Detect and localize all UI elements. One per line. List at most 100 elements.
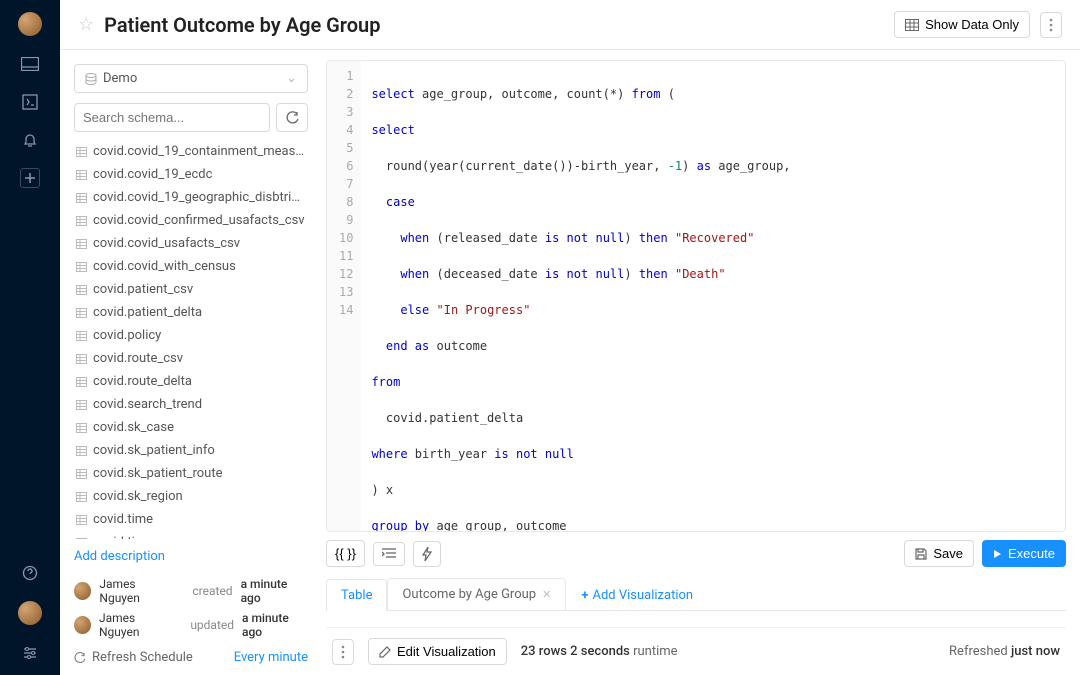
schema-table-item[interactable]: covid.sk_patient_info <box>74 439 308 462</box>
show-data-only-button[interactable]: Show Data Only <box>894 11 1030 38</box>
schema-table-item[interactable]: covid.route_csv <box>74 347 308 370</box>
table-icon <box>76 285 87 295</box>
refresh-icon <box>286 111 299 124</box>
schema-table-item[interactable]: covid.time <box>74 508 308 531</box>
settings-icon[interactable] <box>20 643 40 663</box>
favorite-star-icon[interactable]: ☆ <box>78 14 94 35</box>
table-icon <box>76 492 87 502</box>
schema-table-item[interactable]: covid.sk_case <box>74 416 308 439</box>
pencil-icon <box>379 646 391 658</box>
table-icon <box>76 446 87 456</box>
close-icon[interactable]: ✕ <box>542 588 551 601</box>
schema-refresh-button[interactable] <box>276 103 308 132</box>
schema-table-list: covid.covid_19_containment_measu...covid… <box>74 140 308 539</box>
schema-table-item[interactable]: covid.sk_patient_route <box>74 462 308 485</box>
schema-table-item[interactable]: covid.covid_with_census <box>74 255 308 278</box>
column-header[interactable]: count(1) <box>754 619 1066 627</box>
main-panel: ☆ Patient Outcome by Age Group Show Data… <box>60 0 1080 675</box>
column-header[interactable]: outcome <box>426 619 754 627</box>
editor-toolbar: {{ }} Save Execute <box>326 540 1066 567</box>
table-icon <box>76 262 87 272</box>
updated-by-row: James Nguyen updated a minute ago <box>74 608 308 642</box>
author-avatar <box>74 582 91 600</box>
topbar: ☆ Patient Outcome by Age Group Show Data… <box>60 0 1080 50</box>
schema-table-item[interactable]: covid.time_age <box>74 531 308 539</box>
table-icon <box>76 423 87 433</box>
table-icon <box>76 515 87 525</box>
alerts-icon[interactable] <box>20 130 40 150</box>
limit-button[interactable] <box>413 541 441 567</box>
schema-table-item[interactable]: covid.covid_usafacts_csv <box>74 232 308 255</box>
sql-editor[interactable]: 1234567891011121314 select age_group, ou… <box>326 60 1066 532</box>
schema-sidebar: Demo ⌄ covid.covid_19_containment_measu.… <box>60 50 320 675</box>
table-icon <box>76 193 87 203</box>
workspace-avatar[interactable] <box>18 12 42 36</box>
create-icon[interactable] <box>20 168 40 188</box>
author-avatar <box>74 616 91 634</box>
schema-search-input[interactable] <box>74 103 270 132</box>
schema-table-item[interactable]: covid.covid_confirmed_usafacts_csv <box>74 209 308 232</box>
schema-table-item[interactable]: covid.covid_19_containment_measu... <box>74 140 308 163</box>
grid-icon <box>905 19 919 31</box>
lightning-icon <box>422 547 432 561</box>
save-button[interactable]: Save <box>904 540 974 567</box>
editor-gutter: 1234567891011121314 <box>327 61 361 531</box>
add-visualization-button[interactable]: +Add Visualization <box>566 579 708 611</box>
save-icon <box>915 548 927 560</box>
refresh-icon <box>74 652 86 664</box>
help-icon[interactable] <box>20 563 40 583</box>
table-icon <box>76 331 87 341</box>
database-icon <box>85 73 97 85</box>
results-panel: age_groupoutcomecount(1) 0In Progress110… <box>326 611 1066 627</box>
execute-button[interactable]: Execute <box>982 540 1066 567</box>
dashboards-icon[interactable] <box>20 54 40 74</box>
edit-visualization-button[interactable]: Edit Visualization <box>368 638 507 665</box>
table-icon <box>76 354 87 364</box>
schema-table-item[interactable]: covid.sk_region <box>74 485 308 508</box>
table-icon <box>76 308 87 318</box>
refresh-schedule-link[interactable]: Every minute <box>234 650 308 665</box>
table-icon <box>76 469 87 479</box>
table-icon <box>76 239 87 249</box>
result-tabs: Table Outcome by Age Group ✕ +Add Visual… <box>326 577 1066 611</box>
schema-table-item[interactable]: covid.policy <box>74 324 308 347</box>
schema-table-item[interactable]: covid.covid_19_geographic_disbtrib... <box>74 186 308 209</box>
play-icon <box>993 549 1002 559</box>
footer-more-button[interactable] <box>332 639 354 665</box>
tab-table[interactable]: Table <box>326 579 387 611</box>
indent-icon <box>382 548 396 560</box>
table-header-row: age_groupoutcomecount(1) <box>326 619 1066 627</box>
nav-rail <box>0 0 60 675</box>
tab-visualization[interactable]: Outcome by Age Group ✕ <box>387 578 566 611</box>
table-icon <box>76 400 87 410</box>
table-icon <box>76 147 87 157</box>
results-footer: Edit Visualization 23 rows 2 seconds run… <box>326 627 1066 675</box>
add-description-link[interactable]: Add description <box>74 539 308 574</box>
refreshed-label: Refreshed just now <box>949 644 1060 659</box>
datasource-select[interactable]: Demo ⌄ <box>74 64 308 93</box>
queries-icon[interactable] <box>20 92 40 112</box>
column-header[interactable]: age_group <box>326 619 426 627</box>
table-icon <box>76 170 87 180</box>
plus-icon: + <box>581 588 588 603</box>
schema-table-item[interactable]: covid.covid_19_ecdc <box>74 163 308 186</box>
params-button[interactable]: {{ }} <box>326 540 365 567</box>
chevron-down-icon: ⌄ <box>286 71 297 86</box>
refresh-schedule-row: Refresh Schedule Every minute <box>74 642 308 665</box>
kebab-icon <box>1049 18 1053 32</box>
table-icon <box>76 377 87 387</box>
kebab-icon <box>341 645 345 659</box>
schema-table-item[interactable]: covid.patient_delta <box>74 301 308 324</box>
schema-table-item[interactable]: covid.search_trend <box>74 393 308 416</box>
created-by-row: James Nguyen created a minute ago <box>74 574 308 608</box>
schema-table-item[interactable]: covid.patient_csv <box>74 278 308 301</box>
page-title: Patient Outcome by Age Group <box>104 13 380 37</box>
editor-code[interactable]: select age_group, outcome, count(*) from… <box>361 61 1065 531</box>
results-table: age_groupoutcomecount(1) 0In Progress110… <box>326 619 1066 627</box>
row-count-label: 23 rows 2 seconds runtime <box>521 644 678 659</box>
user-avatar[interactable] <box>18 601 42 625</box>
table-icon <box>76 216 87 226</box>
more-menu-button[interactable] <box>1040 12 1062 38</box>
format-button[interactable] <box>373 542 405 566</box>
schema-table-item[interactable]: covid.route_delta <box>74 370 308 393</box>
